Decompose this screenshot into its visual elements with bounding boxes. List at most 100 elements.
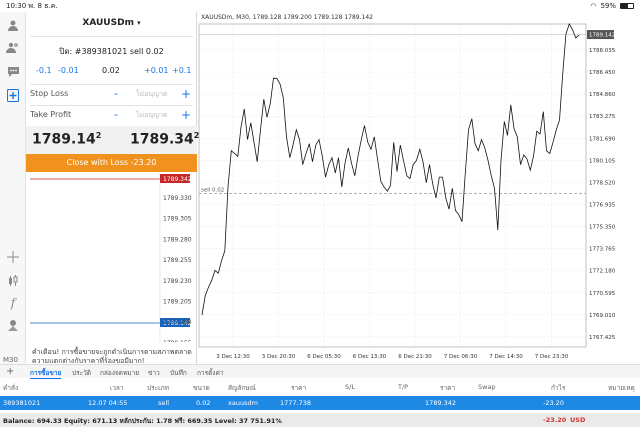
- y-tick-label: 1776.935: [589, 203, 616, 209]
- table-header: คำสั่ง เวลา ประเภท ขนาด สัญลักษณ์ ราคา S…: [0, 379, 640, 395]
- divider: [30, 36, 193, 37]
- y-tick-label: 1767.425: [589, 335, 616, 341]
- x-tick-label: 3 Dec 12:30: [216, 354, 250, 360]
- price-chart[interactable]: 3 Dec 12:30 3 Dec 20:30 6 Dec 05:30 6 Dec 1…: [198, 12, 640, 364]
- new-order-icon[interactable]: [4, 86, 22, 104]
- y-tick-label: 1775.350: [589, 225, 616, 231]
- person-icon[interactable]: [4, 16, 22, 34]
- col-tp: T/P: [398, 383, 409, 391]
- symbol-name: XAUUSDm: [82, 18, 134, 28]
- x-tick-label: 6 Dec 13:30: [353, 354, 387, 360]
- battery-icon: [620, 3, 634, 9]
- volume-plus-01[interactable]: +0.1: [172, 66, 191, 75]
- mini-tick-label: 1789.305: [163, 216, 192, 223]
- cell-profit: -23.20: [543, 399, 564, 407]
- price-chart-svg: 3 Dec 12:30 3 Dec 20:30 6 Dec 05:30 6 Dec 1…: [198, 23, 616, 360]
- mini-tick-label: 1789.280: [163, 236, 192, 243]
- take-profit-minus-button[interactable]: -: [114, 108, 118, 121]
- bid-price: 1789.142: [32, 131, 102, 148]
- total-profit: -23.20: [543, 416, 567, 424]
- mini-tick-label: 1789.330: [163, 195, 192, 202]
- objects-icon[interactable]: [4, 316, 22, 334]
- cell-volume: 0.02: [196, 399, 211, 407]
- col-current-price: ราคา: [440, 384, 456, 392]
- x-tick-label: 7 Dec 14:30: [489, 354, 523, 360]
- x-tick-label: 7 Dec 23:30: [535, 354, 569, 360]
- y-tick-label: 1786.450: [589, 70, 616, 76]
- battery-percent: 59%: [600, 2, 616, 10]
- y-tick-label: 1784.860: [589, 92, 616, 98]
- col-sl: S/L: [345, 383, 355, 391]
- stop-loss-plus-button[interactable]: +: [181, 87, 191, 101]
- stop-loss-minus-button[interactable]: -: [114, 87, 118, 100]
- y-tick-label: 1773.765: [589, 247, 616, 253]
- price-display: 1789.142 1789.342: [26, 126, 199, 154]
- x-tick-label: 6 Dec 21:30: [398, 354, 432, 360]
- tab-news[interactable]: ข่าว: [148, 368, 160, 378]
- stop-loss-row: Stop Loss - ไม่อนุญาต +: [30, 87, 193, 103]
- volume-minus-001[interactable]: -0.01: [58, 66, 79, 75]
- status-time: 10:30: [6, 2, 27, 10]
- wifi-icon: ◠: [590, 2, 597, 10]
- add-icon[interactable]: +: [6, 366, 14, 377]
- volume-value[interactable]: 0.02: [102, 66, 120, 75]
- col-swap: Swap: [478, 383, 496, 391]
- y-tick-label: 1788.035: [589, 48, 616, 54]
- divider: [30, 105, 193, 106]
- status-date: พ. 8 ธ.ค.: [28, 1, 58, 10]
- take-profit-field[interactable]: ไม่อนุญาต: [136, 110, 168, 121]
- people-icon[interactable]: [4, 38, 22, 56]
- tab-settings[interactable]: การตั้งค่า: [197, 368, 223, 378]
- crosshair-icon[interactable]: [4, 248, 22, 266]
- x-tick-label: 6 Dec 05:30: [307, 354, 341, 360]
- take-profit-label: Take Profit: [30, 110, 72, 119]
- tab-trade[interactable]: การซื้อขาย: [30, 368, 62, 379]
- col-order: คำสั่ง: [3, 384, 19, 392]
- tab-history[interactable]: ประวัติ: [72, 368, 91, 378]
- chart-header: XAUUSDm, M30, 1789.128 1789.200 1789.128…: [201, 14, 373, 21]
- tab-mailbox[interactable]: กล่องจดหมาย: [100, 368, 139, 378]
- profit-currency: USD: [570, 416, 586, 424]
- y-tick-label: 1780.105: [589, 158, 616, 164]
- cell-symbol: xauusdm: [228, 399, 258, 407]
- col-volume: ขนาด: [193, 384, 210, 392]
- candles-icon[interactable]: [4, 272, 22, 290]
- stop-loss-label: Stop Loss: [30, 89, 69, 98]
- mini-tick-label: 1789.230: [163, 278, 192, 285]
- sell-order-label: sell 0.02: [201, 187, 224, 193]
- close-with-loss-button[interactable]: Close with Loss -23.20: [26, 154, 197, 172]
- y-tick-label: 1772.180: [589, 269, 616, 275]
- y-tick-label: 1770.595: [589, 291, 616, 297]
- y-tick-label: 1778.520: [589, 180, 616, 186]
- y-tick-label: 1783.275: [589, 114, 616, 120]
- cell-time: 12.07 04:55: [88, 399, 128, 407]
- y-tick-label: 1781.690: [589, 136, 616, 142]
- timeframe-label[interactable]: M30: [3, 356, 18, 364]
- cell-order: 389381021: [3, 399, 41, 407]
- chevron-down-icon: ▾: [137, 19, 141, 27]
- left-toolbar: f M30: [0, 12, 26, 364]
- indicator-icon[interactable]: f: [4, 294, 22, 312]
- y-tick-label: 1769.010: [589, 313, 616, 319]
- tick-chart: 1789.342 1789.142 1789.3301789.3051789.2…: [30, 172, 192, 342]
- x-tick-label: 7 Dec 06:30: [444, 354, 478, 360]
- order-ticket: ปิด: #389381021 sell 0.02: [59, 47, 164, 56]
- mini-tick-label: 1789.155: [163, 340, 192, 342]
- take-profit-row: Take Profit - ไม่อนุญาต +: [30, 108, 193, 124]
- stop-loss-field[interactable]: ไม่อนุญาต: [136, 89, 168, 100]
- col-type: ประเภท: [147, 384, 169, 392]
- take-profit-plus-button[interactable]: +: [181, 108, 191, 122]
- terminal-tabs: + การซื้อขาย ประวัติ กล่องจดหมาย ข่าว บั…: [0, 364, 640, 379]
- balance-bar: Balance: 694.33 Equity: 671.13 หลักประกั…: [0, 413, 640, 427]
- status-bar: 10:30 พ. 8 ธ.ค. ◠ 59%: [0, 0, 640, 12]
- volume-minus-01[interactable]: -0.1: [36, 66, 52, 75]
- chat-icon[interactable]: [4, 62, 22, 80]
- cell-type: sell: [158, 399, 169, 407]
- col-symbol: สัญลักษณ์: [228, 384, 256, 392]
- symbol-selector[interactable]: XAUUSDm ▾: [26, 18, 197, 28]
- table-row[interactable]: 389381021 12.07 04:55 sell 0.02 xauusdm …: [0, 396, 640, 410]
- col-comment: หมายเหตุ: [608, 384, 635, 392]
- volume-plus-001[interactable]: +0.01: [144, 66, 169, 75]
- tab-journal[interactable]: บันทึก: [170, 368, 187, 378]
- x-tick-label: 3 Dec 20:30: [262, 354, 296, 360]
